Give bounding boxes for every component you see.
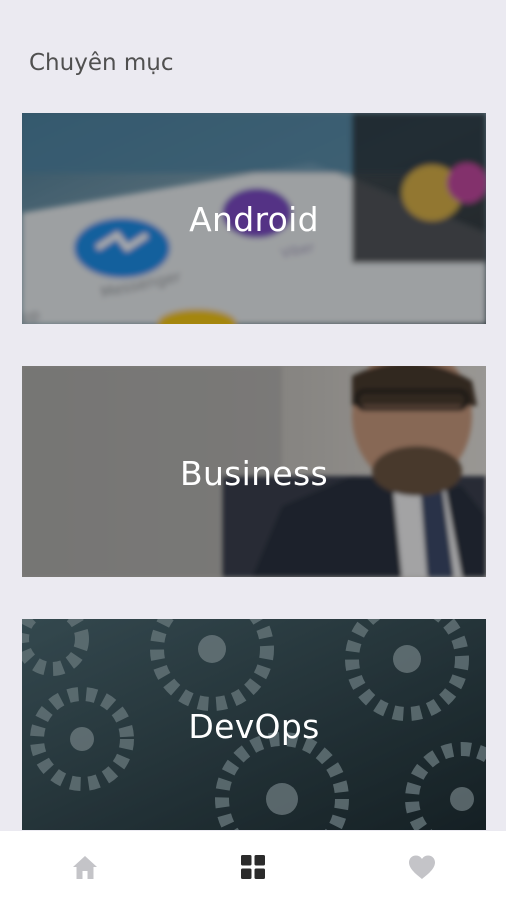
category-card-android[interactable]: Messenger Viber pp Android [22, 113, 486, 324]
nav-favorites-button[interactable] [402, 847, 442, 887]
heart-icon [409, 855, 435, 879]
nav-home-button[interactable] [65, 847, 105, 887]
category-card-devops[interactable]: DevOps [22, 619, 486, 830]
category-label: Business [180, 454, 328, 493]
category-label: Android [189, 200, 319, 239]
category-list: Chuyên mục Messenger Viber pp Android Bu… [0, 0, 506, 831]
category-card-business[interactable]: Business [22, 366, 486, 577]
home-icon [73, 856, 97, 879]
bottom-nav [0, 831, 506, 900]
grid-icon [241, 855, 265, 879]
page-title: Chuyên mục [29, 50, 174, 76]
category-label: DevOps [188, 707, 320, 746]
nav-categories-button[interactable] [233, 847, 273, 887]
